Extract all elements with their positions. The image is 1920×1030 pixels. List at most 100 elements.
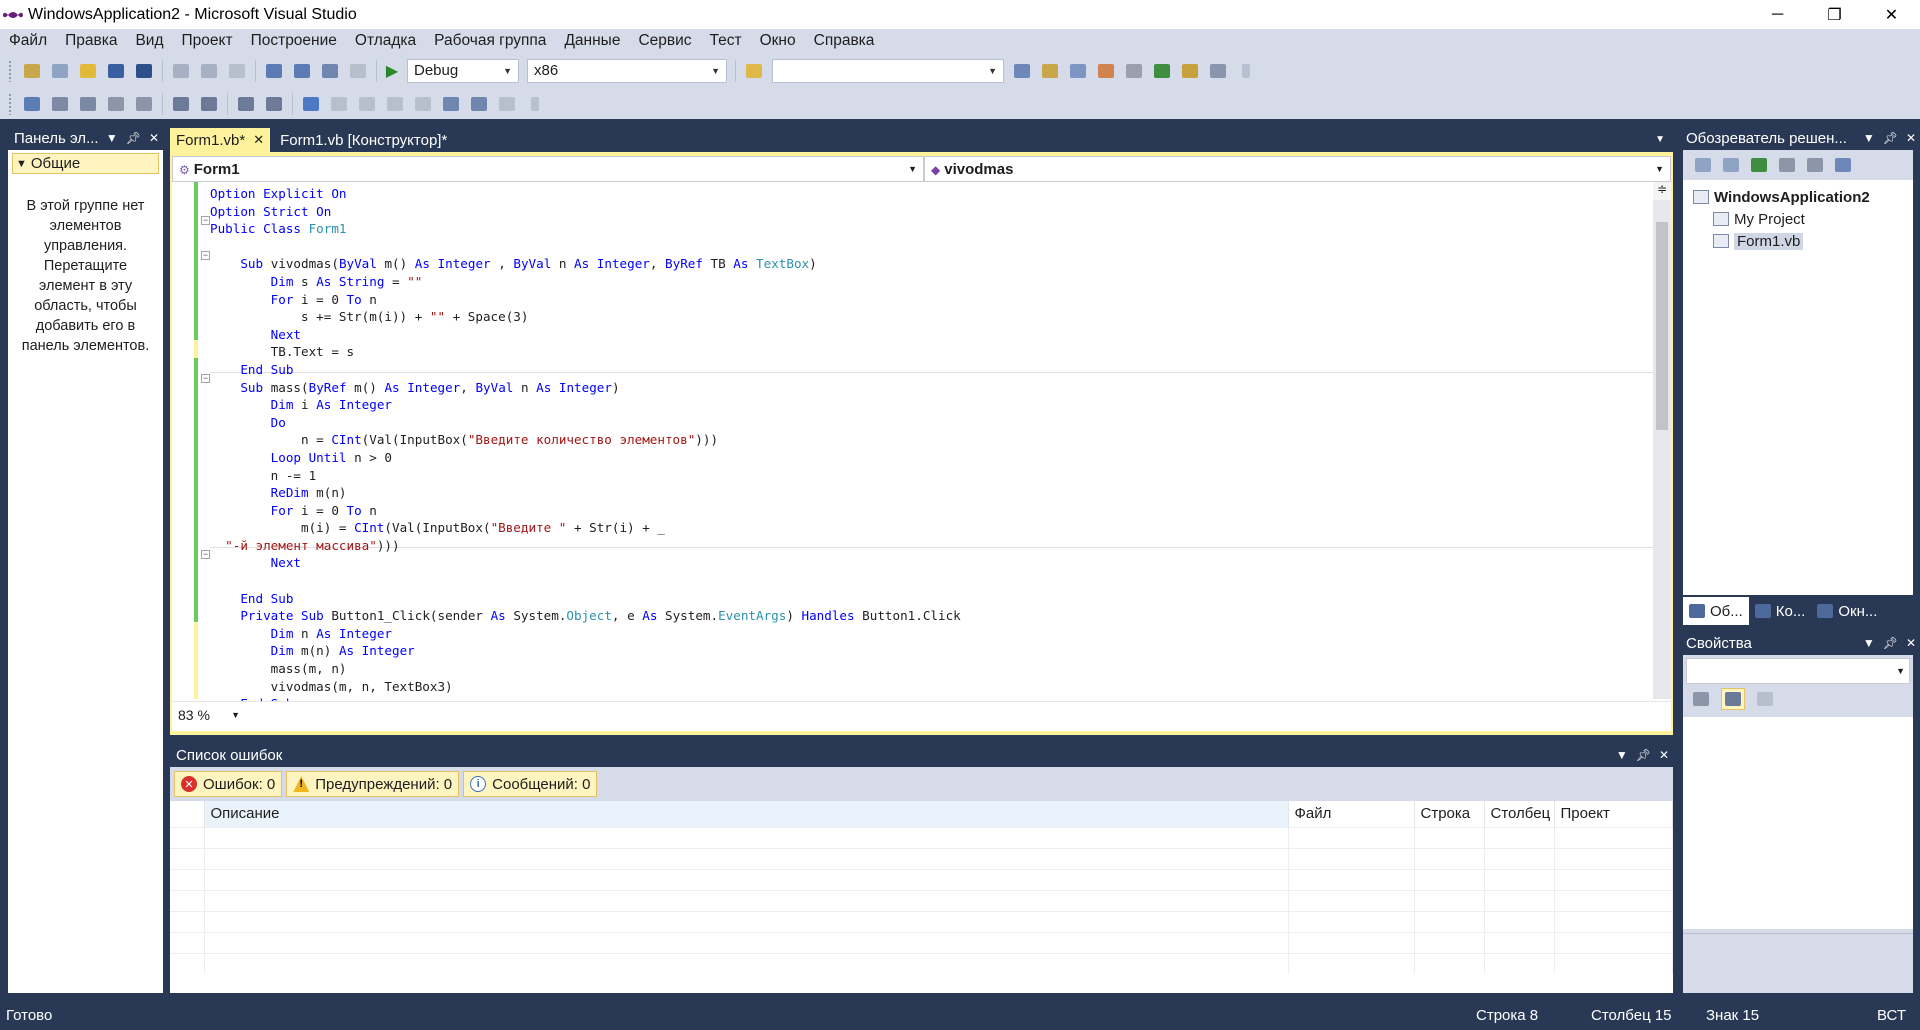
view-class-diagram-icon[interactable] (1831, 154, 1855, 176)
menu-window[interactable]: Окно (751, 29, 805, 53)
toolbox-title[interactable]: Панель эл... (14, 130, 99, 147)
window-position-icon[interactable]: ▼ (106, 131, 118, 145)
code-line[interactable]: n -= 1 (210, 467, 961, 485)
tree-item-my-project[interactable]: My Project (1683, 208, 1913, 230)
close-window-button[interactable]: ✕ (1863, 0, 1920, 29)
pin-icon[interactable]: 📌︎ (1883, 636, 1898, 650)
collapse-region-icon[interactable]: − (201, 251, 210, 260)
collapse-region-icon[interactable]: − (201, 216, 210, 225)
code-line[interactable]: Dim m(n) As Integer (210, 642, 961, 660)
code-line[interactable]: m(i) = CInt(Val(InputBox("Введите " + St… (210, 519, 961, 537)
menu-file[interactable]: Файл (0, 29, 56, 53)
collapse-region-icon[interactable]: − (201, 550, 210, 559)
messages-filter-button[interactable]: i Сообщений: 0 (463, 771, 598, 797)
window-position-icon[interactable]: ▼ (1616, 748, 1628, 762)
code-line[interactable]: Next (210, 326, 961, 344)
code-line[interactable] (210, 572, 961, 590)
code-line[interactable]: n = CInt(Val(InputBox("Введите количеств… (210, 431, 961, 449)
add-item-icon[interactable] (48, 60, 72, 82)
tab-solution-explorer[interactable]: Об... (1683, 597, 1749, 625)
indent-icon[interactable] (169, 93, 193, 115)
code-line[interactable]: mass(m, n) (210, 660, 961, 678)
close-icon[interactable]: ✕ (1906, 131, 1916, 145)
vertical-scrollbar[interactable]: ≑ (1653, 182, 1671, 699)
solution-platform-dropdown[interactable]: x86 ▼ (527, 58, 727, 83)
new-project-icon[interactable] (20, 60, 44, 82)
pin-icon[interactable]: 📌︎ (126, 131, 141, 145)
object-selector-dropdown[interactable]: ▼ (1686, 658, 1910, 684)
source-code[interactable]: Option Explicit On Option Strict On Public… (210, 185, 961, 713)
object-browser-icon[interactable] (1066, 60, 1090, 82)
refresh-icon[interactable] (1747, 154, 1771, 176)
column-file[interactable]: Файл (1288, 801, 1415, 827)
code-line[interactable]: Do (210, 414, 961, 432)
zoom-dropdown[interactable]: 83 % ▼ (172, 705, 246, 725)
menu-help[interactable]: Справка (805, 29, 884, 53)
code-line[interactable]: s += Str(m(i)) + "" + Space(3) (210, 308, 961, 326)
code-line[interactable]: Dim s As String = "" (210, 273, 961, 291)
horizontal-scrollbar[interactable] (252, 709, 1643, 721)
tab-form1-code[interactable]: Form1.vb* ✕ (170, 128, 271, 152)
close-icon[interactable]: ✕ (1659, 748, 1669, 762)
properties-window-icon[interactable] (1038, 60, 1062, 82)
outdent-icon[interactable] (197, 93, 221, 115)
code-area[interactable]: − − − − Option Explicit On Option Strict … (172, 182, 1671, 731)
show-all-files-icon[interactable] (1719, 154, 1743, 176)
menu-debug[interactable]: Отладка (346, 29, 425, 53)
code-line[interactable]: "-й элемент массива"))) (210, 537, 961, 555)
pin-icon[interactable]: 📌︎ (1636, 748, 1651, 762)
solution-configuration-dropdown[interactable]: Debug ▼ (407, 58, 519, 83)
tree-item-form1[interactable]: Form1.vb (1683, 230, 1913, 252)
solution-explorer-icon[interactable] (1010, 60, 1034, 82)
menu-tools[interactable]: Сервис (629, 29, 700, 53)
close-icon[interactable]: ✕ (149, 131, 159, 145)
menu-test[interactable]: Тест (701, 29, 751, 53)
method-dropdown[interactable]: ◆ vivodmas ▼ (924, 156, 1671, 182)
column-description[interactable]: Описание (204, 801, 1289, 827)
solution-explorer-title[interactable]: Обозреватель решен... (1686, 130, 1847, 147)
bookmark-icon[interactable] (299, 93, 323, 115)
window-position-icon[interactable]: ▼ (1863, 636, 1875, 650)
menu-project[interactable]: Проект (173, 29, 242, 53)
tab-team-explorer[interactable]: Ко... (1749, 597, 1812, 625)
cut-icon[interactable] (169, 60, 193, 82)
property-grid[interactable] (1683, 717, 1913, 929)
tab-form1-designer[interactable]: Form1.vb [Конструктор]* (274, 128, 453, 152)
column-column[interactable]: Столбец (1484, 801, 1555, 827)
tab-overflow-icon[interactable]: ▼ (1655, 134, 1665, 145)
errors-filter-button[interactable]: ✕ Ошибок: 0 (174, 771, 283, 797)
next-bookmark-icon[interactable] (355, 93, 379, 115)
properties-title[interactable]: Свойства (1686, 635, 1752, 652)
clear-bookmarks-icon[interactable] (495, 93, 519, 115)
collapse-region-icon[interactable]: − (201, 374, 210, 383)
navigate-backward-icon[interactable] (318, 60, 342, 82)
categorized-icon[interactable] (1689, 688, 1713, 710)
code-line[interactable]: For i = 0 To n (210, 291, 961, 309)
start-debugging-icon[interactable]: ▶ (381, 60, 403, 82)
tools-icon[interactable] (1122, 60, 1146, 82)
scrollbar-thumb[interactable] (1656, 222, 1668, 430)
code-line[interactable]: Sub vivodmas(ByVal m() As Integer , ByVa… (210, 255, 961, 273)
column-line[interactable]: Строка (1414, 801, 1485, 827)
previous-bookmark-in-document-icon[interactable] (439, 93, 463, 115)
find-combo[interactable]: ▼ (772, 58, 1004, 83)
open-file-icon[interactable] (76, 60, 100, 82)
align-centers-icon[interactable] (76, 93, 100, 115)
make-same-size-icon[interactable] (132, 93, 156, 115)
next-bookmark-in-document-icon[interactable] (467, 93, 491, 115)
split-window-icon[interactable]: ≑ (1653, 182, 1671, 200)
code-line[interactable]: For i = 0 To n (210, 502, 961, 520)
code-line[interactable]: Dim n As Integer (210, 625, 961, 643)
next-bookmark-in-folder-icon[interactable] (411, 93, 435, 115)
menu-data[interactable]: Данные (555, 29, 629, 53)
code-line[interactable]: Sub mass(ByRef m() As Integer, ByVal n A… (210, 379, 961, 397)
align-lefts-icon[interactable] (48, 93, 72, 115)
code-line[interactable] (210, 238, 961, 256)
code-line[interactable]: Option Explicit On (210, 185, 961, 203)
output-window-icon[interactable] (1206, 60, 1230, 82)
find-in-files-icon[interactable] (742, 60, 766, 82)
toolbar-grip[interactable] (8, 59, 12, 82)
properties-icon[interactable] (1691, 154, 1715, 176)
toolbox-icon[interactable] (1094, 60, 1118, 82)
alphabetical-icon[interactable] (1721, 688, 1745, 710)
